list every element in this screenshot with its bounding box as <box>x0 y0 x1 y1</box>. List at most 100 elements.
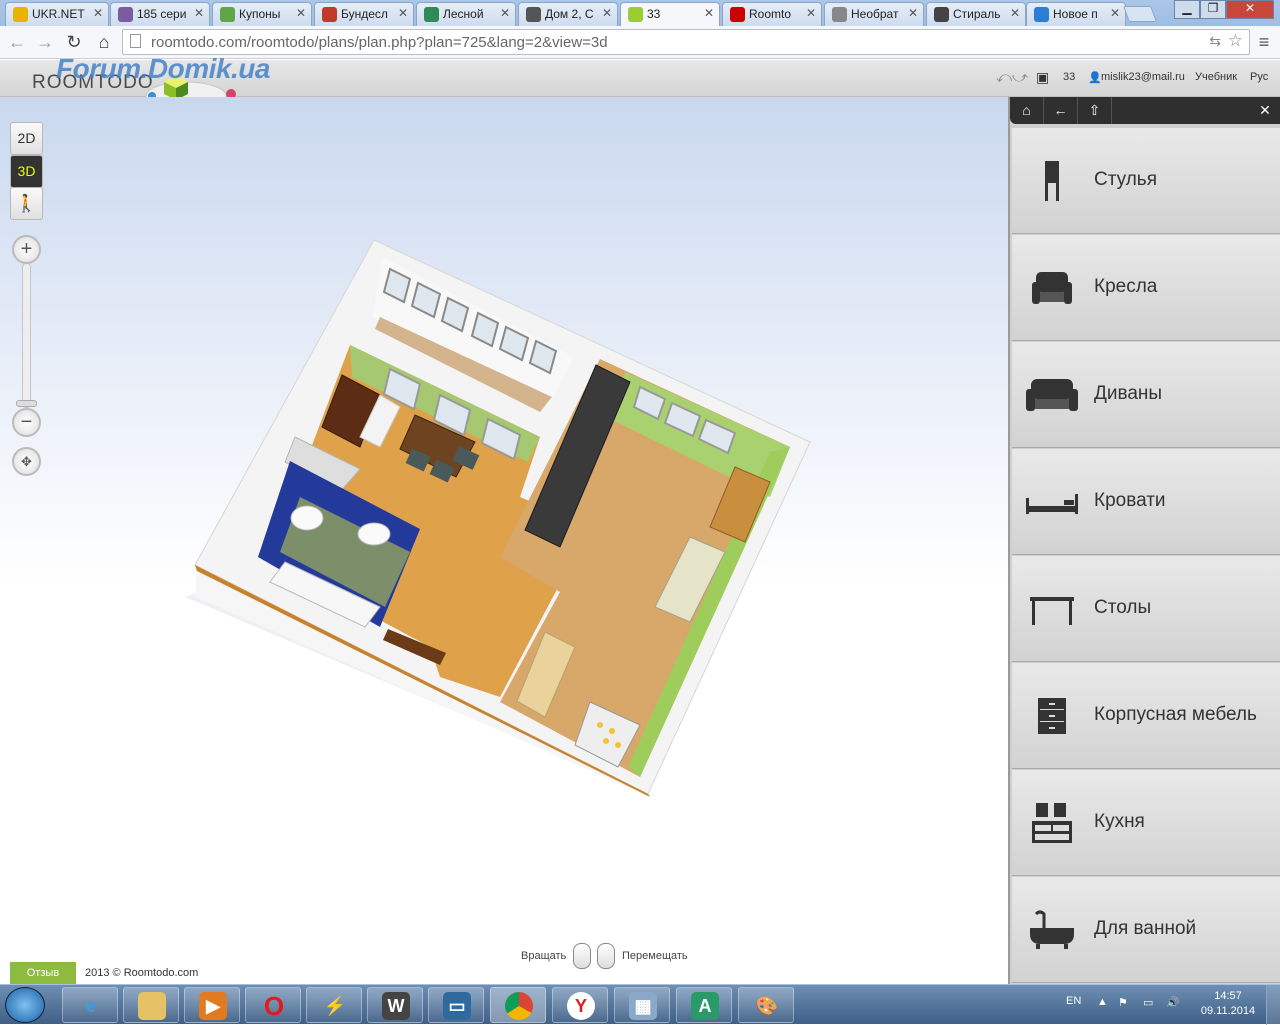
language-switch[interactable]: Рус <box>1250 71 1268 83</box>
browser-tab[interactable]: Roomto ✕ <box>722 2 822 26</box>
zoom-out-button[interactable]: − <box>12 408 41 437</box>
forward-arrow-icon[interactable]: → <box>34 31 56 53</box>
browser-tab[interactable]: Дом 2, С ✕ <box>518 2 618 26</box>
save-icon[interactable]: ▣ <box>1036 69 1049 86</box>
url-host: roomtodo.com <box>151 34 247 51</box>
taskbar-opera-icon[interactable]: O <box>245 987 301 1023</box>
tab-close-icon[interactable]: ✕ <box>1010 6 1020 20</box>
taskbar-ie-icon[interactable]: e <box>62 987 118 1023</box>
taskbar-monitor-icon[interactable]: ▭ <box>428 987 484 1023</box>
browser-tab[interactable]: Новое п ✕ <box>1026 2 1126 26</box>
minimize-icon[interactable]: ▁ <box>1174 0 1200 19</box>
browser-tab[interactable]: Стираль ✕ <box>926 2 1026 26</box>
taskbar-explorer-icon[interactable] <box>123 987 179 1023</box>
category-kitchen[interactable]: Кухня <box>1012 770 1280 876</box>
copyright-text: 2013 © Roomtodo.com <box>85 967 199 979</box>
restore-icon[interactable]: ❐ <box>1200 0 1226 19</box>
browser-tab[interactable]: 185 сери ✕ <box>110 2 210 26</box>
taskbar-autocad-icon[interactable]: A <box>676 987 732 1023</box>
close-icon[interactable]: ✕ <box>1248 97 1280 124</box>
reload-icon[interactable]: ↻ <box>63 31 85 53</box>
3d-canvas[interactable]: 2D 3D 🚶 + − ✥ <box>0 97 1008 988</box>
tutorial-link[interactable]: Учебник <box>1195 71 1237 83</box>
tab-close-icon[interactable]: ✕ <box>500 6 510 20</box>
volume-icon[interactable]: 🔊 <box>1166 996 1180 1009</box>
floor-plan-3d[interactable] <box>0 97 1008 988</box>
translate-icon[interactable]: ⇆ <box>1209 33 1221 50</box>
clock[interactable]: 14:57 09.11.2014 <box>1196 989 1260 1019</box>
window-close-icon[interactable]: ✕ <box>1226 0 1274 19</box>
undo-redo-icon[interactable]: ⤺⤻ <box>996 69 1028 86</box>
browser-tab-strip: UKR.NET ✕ 185 сери ✕ Купоны ✕ Бундесл ✕ Лесн… <box>0 0 1280 26</box>
tab-close-icon[interactable]: ✕ <box>398 6 408 20</box>
category-sofas[interactable]: Диваны <box>1012 342 1280 448</box>
flag-icon[interactable]: ⚑ <box>1118 996 1128 1009</box>
home-icon[interactable]: ⌂ <box>93 31 115 53</box>
tab-close-icon[interactable]: ✕ <box>704 6 714 20</box>
tab-favicon-icon <box>13 7 28 22</box>
browser-tab[interactable]: Лесной ✕ <box>416 2 516 26</box>
clock-time: 14:57 <box>1214 990 1242 1002</box>
back-arrow-icon[interactable]: ← <box>6 31 28 53</box>
tab-close-icon[interactable]: ✕ <box>194 6 204 20</box>
tab-close-icon[interactable]: ✕ <box>1110 6 1120 20</box>
tab-close-icon[interactable]: ✕ <box>602 6 612 20</box>
back-arrow-icon[interactable]: ← <box>1044 97 1078 124</box>
tab-close-icon[interactable]: ✕ <box>908 6 918 20</box>
category-cabinets[interactable]: Корпусная мебель <box>1012 663 1280 769</box>
kitchen-icon <box>1032 803 1072 843</box>
tab-favicon-icon <box>934 7 949 22</box>
category-bathroom[interactable]: Для ванной <box>1012 877 1280 983</box>
new-tab-button[interactable] <box>1123 6 1157 22</box>
feedback-button[interactable]: Отзыв <box>10 962 76 984</box>
zoom-slider-track[interactable] <box>22 263 31 408</box>
browser-tab[interactable]: Бундесл ✕ <box>314 2 414 26</box>
plan-number: 33 <box>1063 71 1076 83</box>
tab-close-icon[interactable]: ✕ <box>93 6 103 20</box>
taskbar-media-icon[interactable]: ▶ <box>184 987 240 1023</box>
taskbar-paint-icon[interactable]: 🎨 <box>738 987 794 1023</box>
tab-favicon-icon <box>628 7 643 22</box>
browser-tab[interactable]: Купоны ✕ <box>212 2 312 26</box>
start-button[interactable] <box>5 987 45 1023</box>
zoom-in-button[interactable]: + <box>12 235 41 264</box>
home-icon[interactable]: ⌂ <box>1010 97 1044 124</box>
watermark-text: Forum.Domik.ua <box>56 53 270 84</box>
tray-expand-icon[interactable]: ▲ <box>1097 996 1108 1008</box>
view-2d-button[interactable]: 2D <box>10 122 43 155</box>
page-icon <box>130 34 141 48</box>
category-chairs[interactable]: Стулья <box>1012 128 1280 234</box>
network-icon[interactable]: ▭ <box>1143 996 1153 1009</box>
browser-tab[interactable]: Необрат ✕ <box>824 2 924 26</box>
menu-icon[interactable]: ≡ <box>1253 31 1275 53</box>
tab-favicon-icon <box>220 7 235 22</box>
category-beds[interactable]: Кровати <box>1012 449 1280 555</box>
address-bar[interactable]: roomtodo.com/roomtodo/plans/plan.php?pla… <box>122 29 1250 55</box>
taskbar-yandex-icon[interactable]: Y <box>552 987 608 1023</box>
bookmark-star-icon[interactable]: ☆ <box>1228 31 1243 51</box>
browser-tab-active[interactable]: 33 ✕ <box>620 2 720 26</box>
app-header: ROOMTODO Forum.Domik.ua ⤺⤻ ▣ 33 👤 mislik… <box>0 53 1280 111</box>
sofa-icon <box>1026 379 1078 411</box>
tab-favicon-icon <box>118 7 133 22</box>
center-view-icon[interactable]: ✥ <box>12 447 41 476</box>
zoom-slider-handle[interactable] <box>16 400 37 407</box>
view-3d-button[interactable]: 3D <box>10 155 43 188</box>
taskbar-chrome-icon[interactable] <box>490 987 546 1023</box>
taskbar-tanks-icon[interactable]: W <box>367 987 423 1023</box>
tab-close-icon[interactable]: ✕ <box>296 6 306 20</box>
mouse-left-icon <box>573 943 591 969</box>
show-desktop-button[interactable] <box>1266 985 1280 1025</box>
upload-icon[interactable]: ⇧ <box>1078 97 1112 124</box>
taskbar-winamp-icon[interactable]: ⚡ <box>306 987 362 1023</box>
user-icon: 👤 <box>1088 72 1102 84</box>
walk-mode-icon[interactable]: 🚶 <box>10 187 43 220</box>
taskbar-calculator-icon[interactable]: ▦ <box>614 987 670 1023</box>
tab-close-icon[interactable]: ✕ <box>806 6 816 20</box>
tab-favicon-icon <box>322 7 337 22</box>
user-email[interactable]: mislik23@mail.ru <box>1101 71 1185 83</box>
keyboard-language[interactable]: EN <box>1066 995 1081 1007</box>
browser-tab[interactable]: UKR.NET ✕ <box>5 2 109 26</box>
category-armchairs[interactable]: Кресла <box>1012 235 1280 341</box>
category-tables[interactable]: Столы <box>1012 556 1280 662</box>
